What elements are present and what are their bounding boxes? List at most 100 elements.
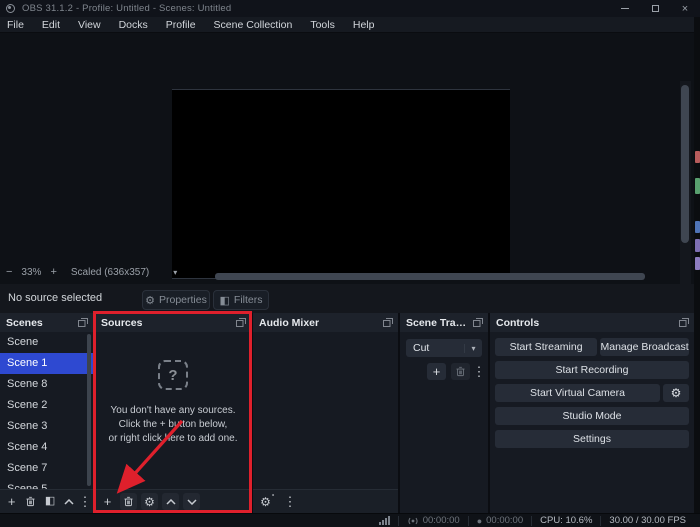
menu-profile[interactable]: Profile [157,19,205,31]
scenes-more-button[interactable]: ⋮ [81,493,89,510]
start-virtual-camera-button[interactable]: Start Virtual Camera [495,384,660,402]
menu-scene-collection[interactable]: Scene Collection [205,19,302,31]
scenes-toolbar: + ◧ ⋮ [0,489,93,513]
maximize-icon [652,5,659,12]
remove-transition-button[interactable] [451,363,470,380]
close-icon: × [682,3,688,15]
preview-vertical-scrollbar[interactable] [680,81,691,299]
scenes-panel-header[interactable]: Scenes [0,313,93,332]
scene-list-item-selected[interactable]: Scene 1 [0,353,93,374]
scenes-panel: Scenes Scene Scene 1 Scene 8 Scene 2 Sce… [0,313,93,513]
audio-mixer-more-button[interactable]: ⋮ [286,493,294,510]
menu-edit[interactable]: Edit [33,19,69,31]
dock-popout-icon[interactable] [473,318,483,327]
scene-list-item[interactable]: Scene 4 [0,437,93,458]
minimize-button[interactable] [610,0,640,17]
dock-popout-icon[interactable] [236,318,246,327]
background-chip [695,178,700,194]
gear-icon: ⚙ [145,294,155,307]
background-chip [695,239,700,252]
zoom-out-button[interactable]: − [0,266,18,278]
transition-properties-button[interactable]: ⋮ [475,363,483,380]
scene-transitions-body: Cut ▾ + ⋮ [400,332,488,513]
audio-mixer-panel-title: Audio Mixer [259,317,319,329]
settings-button[interactable]: Settings [495,430,689,448]
manage-broadcast-button[interactable]: Manage Broadcast [600,338,689,356]
audio-mixer-body[interactable] [253,332,398,489]
question-mark-icon: ? [158,360,188,390]
dock-popout-icon[interactable] [78,318,88,327]
filters-icon: ◧ [220,294,230,307]
filters-button-label: Filters [234,294,263,306]
add-source-button[interactable]: + [99,493,116,510]
broadcast-icon [407,516,419,526]
preview-horizontal-scrollbar-thumb[interactable] [215,273,645,280]
controls-body: Start Streaming Manage Broadcast Start R… [490,332,694,513]
sources-panel: Sources ? You don't have any sources. Cl… [95,313,251,513]
scale-mode-dropdown[interactable]: Scaled (636x357) ▾ [71,267,177,278]
scene-list-item[interactable]: Scene 5 [0,479,93,489]
zoom-in-button[interactable]: + [44,266,62,278]
menu-view[interactable]: View [69,19,110,31]
menu-bar: File Edit View Docks Profile Scene Colle… [0,17,700,33]
scene-transitions-panel: Scene Transitions Cut ▾ + ⋮ [400,313,488,513]
scene-filters-button[interactable]: ◧ [43,493,58,510]
preview-vertical-scrollbar-thumb[interactable] [681,85,689,243]
virtual-camera-config-button[interactable]: ⚙ [663,384,689,402]
scene-transitions-panel-header[interactable]: Scene Transitions [400,313,488,332]
dock-popout-icon[interactable] [679,318,689,327]
properties-button-label: Properties [159,294,207,306]
sources-panel-header[interactable]: Sources [95,313,251,332]
sources-toolbar: + ⚙ [95,489,251,513]
close-button[interactable]: × [670,0,700,17]
scene-list-item[interactable]: Scene [0,332,93,353]
menu-tools[interactable]: Tools [301,19,344,31]
sources-list[interactable]: ? You don't have any sources. Click the … [95,332,251,489]
menu-docks[interactable]: Docks [110,19,157,31]
transition-selected-value: Cut [406,342,464,354]
remove-scene-button[interactable] [23,493,38,510]
status-bar: 00:00:00 ● 00:00:00 CPU: 10.6% 30.00 / 3… [0,513,700,527]
add-transition-button[interactable]: + [427,363,446,380]
window-controls: × [610,0,700,17]
scenes-list: Scene Scene 1 Scene 8 Scene 2 Scene 3 Sc… [0,332,93,489]
start-streaming-button[interactable]: Start Streaming [495,338,597,356]
properties-button[interactable]: ⚙ Properties [142,290,210,310]
sources-empty-text-line3: or right click here to add one. [109,432,238,446]
audio-mixer-toolbar: ⚙ ∘ ⋮ [253,489,398,513]
background-chip [695,221,700,233]
title-bar: OBS 31.1.2 - Profile: Untitled - Scenes:… [0,0,700,17]
add-scene-button[interactable]: + [4,493,19,510]
trash-icon [123,496,134,507]
controls-panel-header[interactable]: Controls [490,313,694,332]
remove-source-button[interactable] [120,493,137,510]
filters-button[interactable]: ◧ Filters [213,290,269,310]
dock-popout-icon[interactable] [383,318,393,327]
advanced-audio-button[interactable]: ⚙ ∘ [257,493,274,510]
stream-time-value: 00:00:00 [423,515,460,526]
scene-list-item[interactable]: Scene 8 [0,374,93,395]
audio-mixer-panel-header[interactable]: Audio Mixer [253,313,398,332]
chevron-up-icon [166,499,176,505]
record-icon: ● [477,516,482,526]
move-source-down-button[interactable] [183,493,200,510]
scene-list-item[interactable]: Scene 3 [0,416,93,437]
studio-mode-button[interactable]: Studio Mode [495,407,689,425]
gear-icon: ⚙ [260,496,271,508]
start-recording-button[interactable]: Start Recording [495,361,689,379]
cpu-usage: CPU: 10.6% [532,514,600,527]
trash-icon [455,366,466,377]
move-scene-up-button[interactable] [62,493,77,510]
menu-file[interactable]: File [0,19,33,31]
menu-help[interactable]: Help [344,19,384,31]
source-properties-button[interactable]: ⚙ [141,493,158,510]
scene-list-item[interactable]: Scene 7 [0,458,93,479]
source-toolbar: No source selected ⚙ Properties ◧ Filter… [0,284,694,313]
obs-logo-icon [6,4,15,13]
preview-canvas[interactable] [172,89,510,279]
move-source-up-button[interactable] [162,493,179,510]
transition-select[interactable]: Cut ▾ [406,339,482,357]
maximize-button[interactable] [640,0,670,17]
scene-list-item[interactable]: Scene 2 [0,395,93,416]
scenes-scrollbar[interactable] [87,334,91,486]
